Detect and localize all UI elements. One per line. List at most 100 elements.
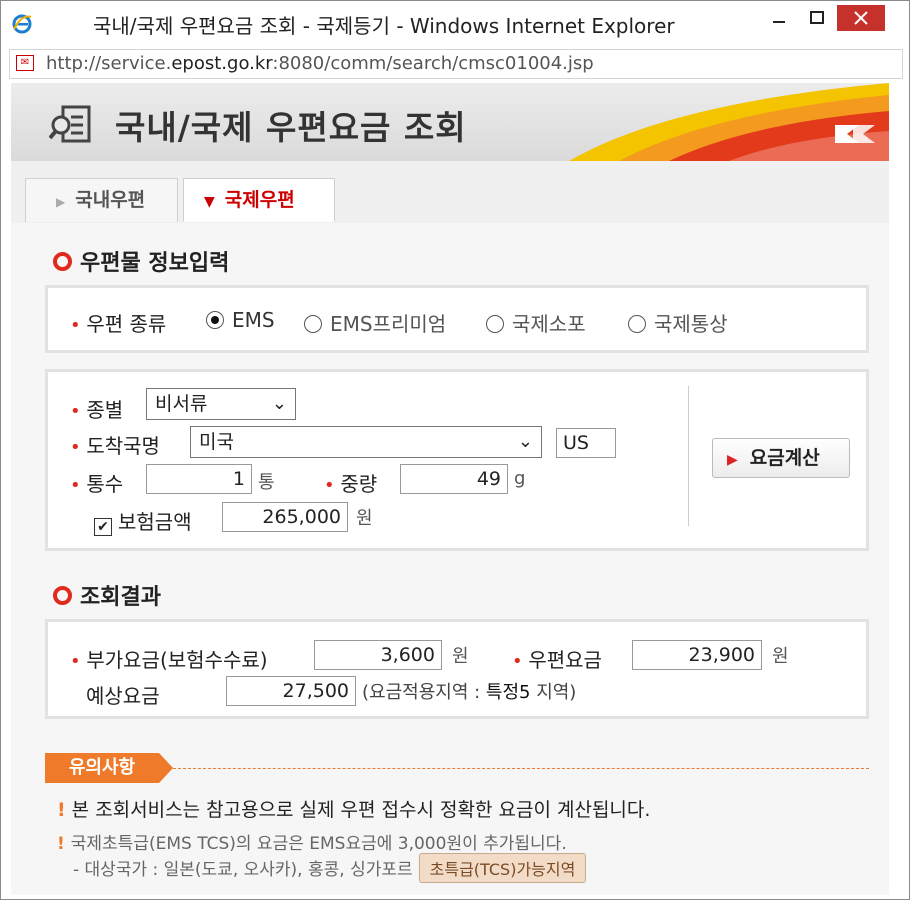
- result-box: • 부가요금(보험수수료) 3,600 원 • 우편요금 23,900 원 예상…: [45, 619, 869, 719]
- surcharge-label-text: 부가요금(보험수수료): [86, 648, 268, 672]
- tab-domestic-label: 국내우편: [75, 189, 146, 211]
- tab-international[interactable]: ▼ 국제우편: [183, 178, 335, 222]
- weight-label-text: 중량: [340, 472, 378, 496]
- mail-type-label-text: 우편 종류: [86, 312, 167, 336]
- maximize-icon: [810, 11, 824, 24]
- country-select[interactable]: 미국 ⌄: [190, 426, 542, 458]
- zone-note-suffix: 지역): [530, 682, 577, 703]
- weight-unit: g: [514, 468, 526, 489]
- zone-note-zone: 특정5: [485, 682, 531, 703]
- close-icon: [854, 11, 868, 25]
- radio-selected-icon: [206, 311, 224, 329]
- zone-note-prefix: (요금적용지역 :: [362, 682, 486, 703]
- calculate-button-label: 요금계산: [749, 447, 820, 469]
- country-label: • 도착국명: [70, 430, 160, 459]
- country-select-value: 미국: [199, 431, 234, 453]
- notice-line-2: ! 국제초특급(EMS TCS)의 요금은 EMS요금에 3,000원이 추가됩니…: [57, 829, 567, 854]
- browser-window: 국내/국제 우편요금 조회 - 국제등기 - Windows Internet …: [0, 0, 910, 900]
- notice-divider: [173, 768, 869, 769]
- radio-ems-premium[interactable]: EMS프리미엄: [304, 308, 446, 337]
- insurance-unit: 원: [356, 508, 373, 529]
- radio-intl-parcel[interactable]: 국제소포: [486, 308, 586, 337]
- chevron-down-icon: ⌄: [517, 431, 533, 452]
- section-title-input: 우편물 정보입력: [53, 245, 229, 277]
- section-title-result: 조회결과: [53, 579, 161, 611]
- mail-type-box: • 우편 종류 EMS EMS프리미엄 국제소포 국제통상: [45, 285, 869, 353]
- insurance-amount-field[interactable]: 265,000: [222, 502, 348, 532]
- play-arrow-icon: ▶: [727, 452, 738, 468]
- bullet-icon: •: [70, 651, 87, 672]
- title-bar: 국내/국제 우편요금 조회 - 국제등기 - Windows Internet …: [1, 1, 909, 47]
- radio-ems-label: EMS: [232, 308, 275, 332]
- vertical-divider: [688, 386, 689, 526]
- calculate-button[interactable]: ▶ 요금계산: [712, 438, 850, 478]
- count-field[interactable]: 1: [146, 464, 252, 494]
- estimate-field: 27,500: [226, 676, 356, 706]
- mail-detail-box: • 종별 비서류 ⌄ • 도착국명 미국 ⌄ US • 통수 1 통 • 중량 49…: [45, 369, 869, 551]
- category-label: • 종별: [70, 394, 123, 423]
- maximize-button[interactable]: [799, 5, 835, 31]
- radio-icon: [486, 315, 504, 333]
- tab-domestic[interactable]: ▶ 국내우편: [25, 178, 178, 222]
- ring-bullet-icon: [53, 252, 72, 271]
- category-label-text: 종별: [86, 398, 124, 422]
- postage-label: • 우편요금: [512, 644, 602, 673]
- notice-line-2-text: 국제초특급(EMS TCS)의 요금은 EMS요금에 3,000원이 추가됩니다…: [70, 834, 567, 854]
- radio-ems[interactable]: EMS: [206, 308, 275, 332]
- surcharge-label: • 부가요금(보험수수료): [70, 644, 268, 673]
- radio-ems-premium-label: EMS프리미엄: [330, 312, 447, 336]
- bullet-icon: •: [512, 651, 529, 672]
- tcs-region-button[interactable]: 초특급(TCS)가능지역: [418, 853, 587, 883]
- section-title-input-text: 우편물 정보입력: [80, 251, 230, 276]
- url-domain: epost.go.kr: [171, 53, 273, 74]
- bullet-icon: •: [70, 401, 87, 422]
- category-select[interactable]: 비서류 ⌄: [146, 388, 296, 420]
- tab-bar: ▶ 국내우편 ▼ 국제우편: [11, 161, 889, 224]
- notice-line-3-text: - 대상국가 : 일본(도쿄, 오사카), 홍콩, 싱가포르: [73, 860, 413, 880]
- weight-label: • 중량: [324, 468, 377, 497]
- surcharge-unit: 원: [452, 646, 469, 667]
- ring-bullet-icon: [53, 586, 72, 605]
- address-url[interactable]: http://service.epost.go.kr:8080/comm/sea…: [46, 53, 594, 74]
- category-select-value: 비서류: [155, 393, 208, 415]
- insurance-checkbox[interactable]: ✔ 보험금액: [94, 506, 192, 536]
- postage-field: 23,900: [632, 640, 762, 670]
- page-header: 국내/국제 우편요금 조회: [11, 83, 889, 161]
- country-label-text: 도착국명: [86, 434, 160, 458]
- postage-unit: 원: [772, 646, 789, 667]
- minimize-icon: [773, 21, 785, 23]
- korea-post-logo-icon: [835, 125, 875, 143]
- radio-icon: [628, 315, 646, 333]
- chevron-down-icon: ▼: [204, 194, 215, 210]
- bullet-icon: •: [70, 315, 87, 336]
- weight-field[interactable]: 49: [400, 464, 508, 494]
- address-bar[interactable]: ✉ http://service.epost.go.kr:8080/comm/s…: [9, 49, 903, 79]
- insurance-label: 보험금액: [118, 510, 192, 534]
- exclamation-icon: !: [57, 834, 65, 854]
- notice-line-3: - 대상국가 : 일본(도쿄, 오사카), 홍콩, 싱가포르 초특급(TCS)가능…: [73, 853, 587, 883]
- exclamation-icon: !: [57, 799, 66, 821]
- radio-intl-regular[interactable]: 국제통상: [628, 308, 728, 337]
- site-icon: ✉: [16, 55, 34, 71]
- notice-tag: 유의사항: [45, 753, 173, 783]
- chevron-down-icon: ⌄: [271, 393, 287, 414]
- radio-intl-parcel-label: 국제소포: [512, 312, 586, 336]
- surcharge-field: 3,600: [314, 640, 442, 670]
- bullet-icon: •: [70, 437, 87, 458]
- postage-label-text: 우편요금: [528, 648, 602, 672]
- count-label-text: 통수: [86, 472, 124, 496]
- url-prefix: http://service.: [46, 53, 172, 74]
- url-suffix: :8080/comm/search/cmsc01004.jsp: [272, 53, 594, 74]
- country-code-field[interactable]: US: [556, 428, 616, 458]
- internet-explorer-icon: [12, 14, 32, 34]
- minimize-button[interactable]: [761, 5, 797, 31]
- section-title-result-text: 조회결과: [80, 585, 161, 610]
- bullet-icon: •: [70, 475, 87, 496]
- mail-type-label: • 우편 종류: [70, 308, 166, 337]
- page-title: 국내/국제 우편요금 조회: [115, 108, 467, 147]
- bullet-icon: •: [324, 475, 341, 496]
- close-button[interactable]: [837, 5, 885, 31]
- form-body: 우편물 정보입력 • 우편 종류 EMS EMS프리미엄 국제소포 국제통상 •…: [11, 223, 889, 895]
- count-unit: 통: [258, 472, 275, 493]
- estimate-label: 예상요금: [86, 684, 160, 708]
